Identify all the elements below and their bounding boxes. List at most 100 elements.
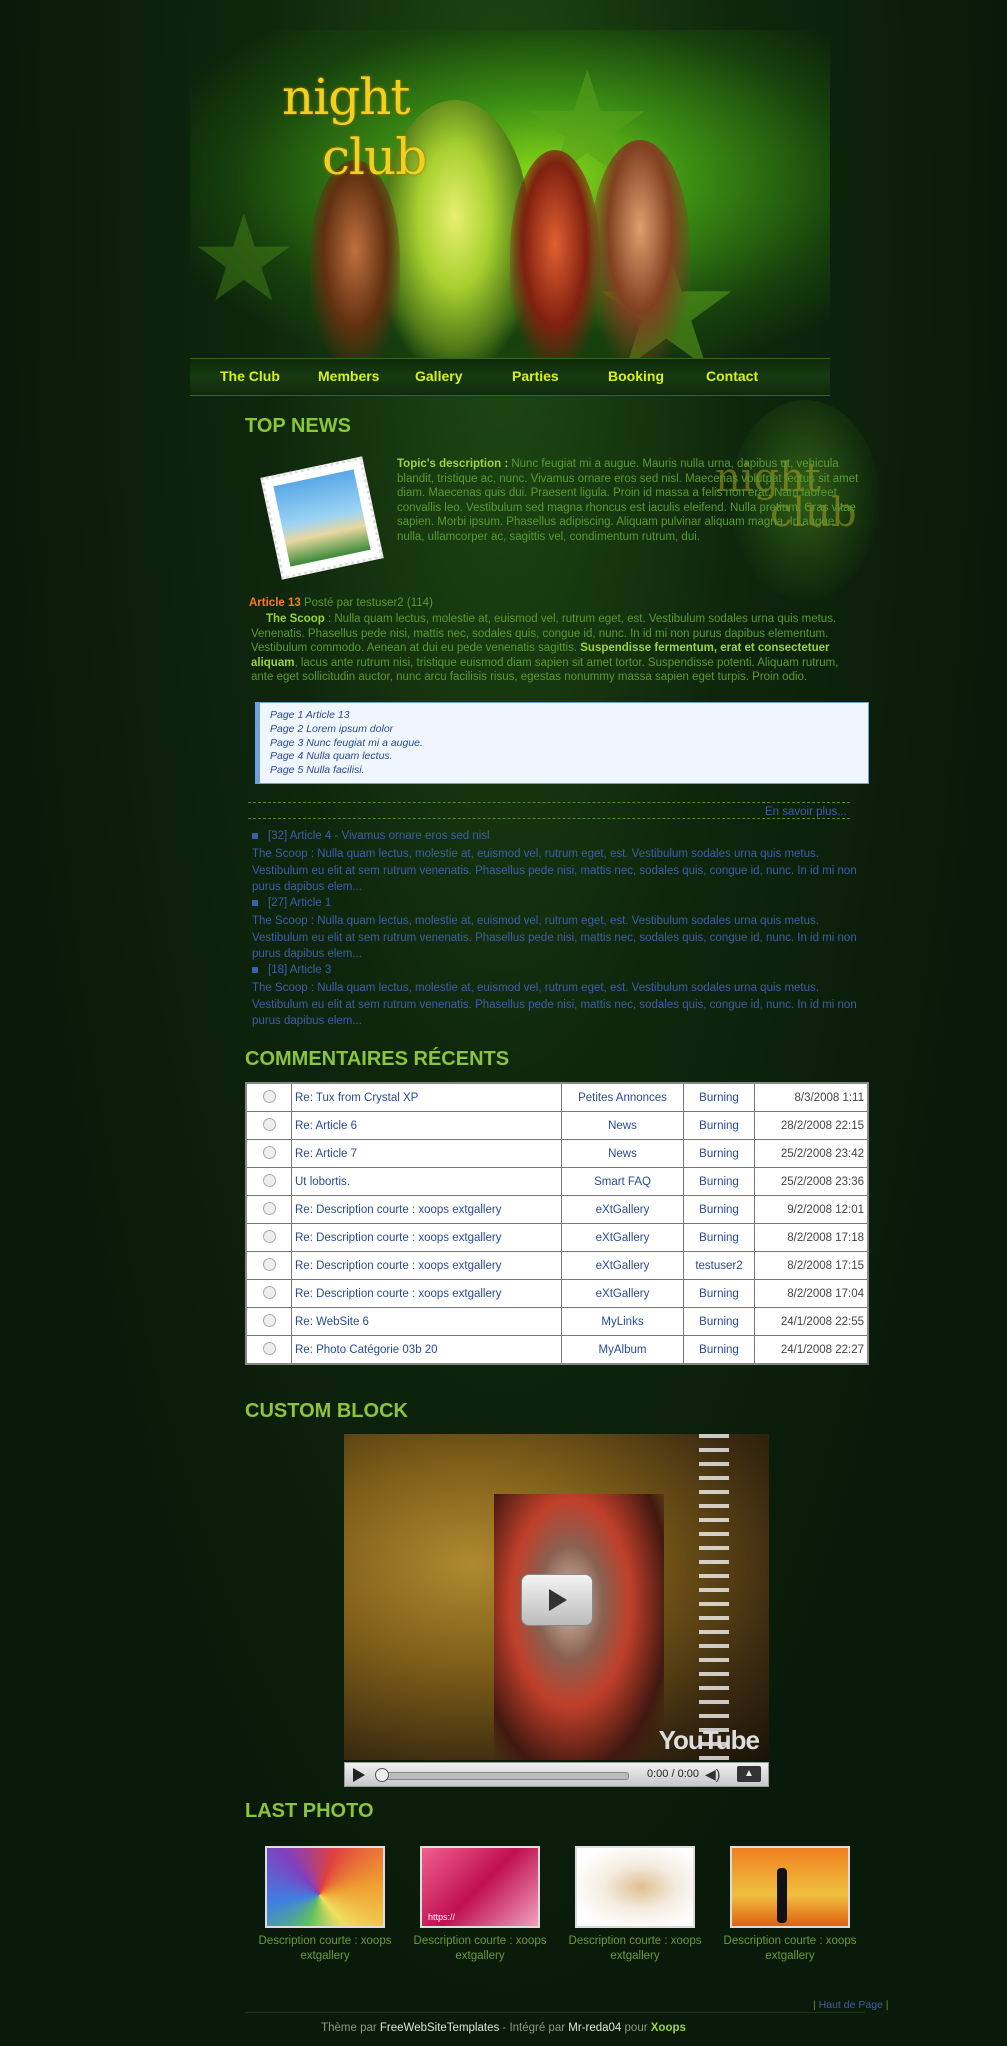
comment-date: 24/1/2008 22:55 bbox=[754, 1307, 869, 1336]
comment-icon-cell bbox=[245, 1307, 292, 1336]
comment-title[interactable]: Re: Description courte : xoops extgaller… bbox=[291, 1195, 562, 1224]
comment-user[interactable]: Burning bbox=[683, 1195, 755, 1224]
comment-icon bbox=[262, 1341, 276, 1355]
nav-members[interactable]: Members bbox=[318, 368, 379, 384]
comment-icon-cell bbox=[245, 1335, 292, 1365]
fullscreen-icon[interactable]: ▲ bbox=[737, 1766, 761, 1782]
nav-booking[interactable]: Booking bbox=[608, 368, 664, 384]
photo-thumb-pink[interactable]: https:// bbox=[420, 1846, 540, 1928]
comment-user[interactable]: Burning bbox=[683, 1335, 755, 1365]
comment-user[interactable]: testuser2 bbox=[683, 1251, 755, 1280]
page-link[interactable]: Page 5 Nulla facilisi. bbox=[260, 764, 868, 778]
comment-title[interactable]: Re: Article 6 bbox=[291, 1111, 562, 1140]
comment-title[interactable]: Re: Description courte : xoops extgaller… bbox=[291, 1279, 562, 1308]
comment-icon-cell bbox=[245, 1082, 292, 1112]
comment-module[interactable]: eXtGallery bbox=[561, 1223, 684, 1252]
seek-handle[interactable] bbox=[375, 1768, 389, 1782]
comment-module[interactable]: News bbox=[561, 1111, 684, 1140]
golfer-silhouette bbox=[777, 1868, 787, 1923]
comment-date: 28/2/2008 22:15 bbox=[754, 1111, 869, 1140]
comment-icon bbox=[262, 1173, 276, 1187]
nav-gallery[interactable]: Gallery bbox=[415, 368, 462, 384]
photo-thumb-golfer[interactable] bbox=[730, 1846, 850, 1928]
comment-row: Re: Description courte : xoops extgaller… bbox=[245, 1195, 869, 1224]
last-photo-heading: LAST PHOTO bbox=[245, 1800, 374, 1822]
comment-title[interactable]: Re: Tux from Crystal XP bbox=[291, 1082, 562, 1112]
article-link[interactable]: [32] Article 4 - Vivamus ornare eros sed… bbox=[252, 830, 490, 842]
comment-user[interactable]: Burning bbox=[683, 1111, 755, 1140]
logo-night[interactable]: night bbox=[282, 68, 410, 126]
nav-the-club[interactable]: The Club bbox=[220, 368, 280, 384]
footer-divider bbox=[245, 2012, 865, 2013]
comment-title[interactable]: Re: Article 7 bbox=[291, 1139, 562, 1168]
comment-module[interactable]: Smart FAQ bbox=[561, 1167, 684, 1196]
back-to-top: | Haut de Page | bbox=[813, 1999, 889, 2011]
scoop-text-2: , lacus ante rutrum nisi, tristique euis… bbox=[251, 656, 839, 684]
footer-xoops-link[interactable]: Xoops bbox=[651, 2022, 686, 2034]
photo-thumb-umbrella[interactable] bbox=[265, 1846, 385, 1928]
photo-caption[interactable]: Description courte : xoops extgallery bbox=[245, 1934, 405, 1964]
comment-module[interactable]: MyLinks bbox=[561, 1307, 684, 1336]
divider bbox=[248, 818, 850, 819]
comment-row: Re: Description courte : xoops extgaller… bbox=[245, 1223, 869, 1252]
comment-module[interactable]: eXtGallery bbox=[561, 1251, 684, 1280]
photo-caption[interactable]: Description courte : xoops extgallery bbox=[400, 1934, 560, 1964]
footer-fwst-link[interactable]: FreeWebSiteTemplates bbox=[380, 2022, 499, 2034]
play-icon[interactable] bbox=[521, 1574, 593, 1626]
posted-by: Posté par testuser2 (114) bbox=[303, 597, 433, 609]
comment-title[interactable]: Re: Photo Catégorie 03b 20 bbox=[291, 1335, 562, 1365]
comment-module[interactable]: eXtGallery bbox=[561, 1195, 684, 1224]
video-player[interactable]: YouTube bbox=[344, 1434, 769, 1760]
photo-caption[interactable]: Description courte : xoops extgallery bbox=[710, 1934, 870, 1964]
logo-club[interactable]: club bbox=[322, 128, 427, 186]
topic-description: Topic's description : Nunc feugiat mi a … bbox=[397, 457, 862, 544]
comment-title[interactable]: Re: WebSite 6 bbox=[291, 1307, 562, 1336]
dancer-figure bbox=[310, 160, 400, 360]
scoop-label: The Scoop bbox=[266, 613, 325, 625]
page-link[interactable]: Page 4 Nulla quam lectus. bbox=[260, 750, 868, 764]
comment-date: 8/2/2008 17:18 bbox=[754, 1223, 869, 1252]
comment-row: Re: Description courte : xoops extgaller… bbox=[245, 1279, 869, 1308]
comment-date: 9/2/2008 12:01 bbox=[754, 1195, 869, 1224]
comment-icon bbox=[262, 1257, 276, 1271]
comment-module[interactable]: MyAlbum bbox=[561, 1335, 684, 1365]
video-frame-figure bbox=[494, 1494, 664, 1760]
comment-title[interactable]: Ut lobortis. bbox=[291, 1167, 562, 1196]
nav-contact[interactable]: Contact bbox=[706, 368, 758, 384]
seek-bar[interactable] bbox=[377, 1772, 629, 1780]
comment-row: Re: Photo Catégorie 03b 20 MyAlbum Burning… bbox=[245, 1335, 869, 1365]
comment-date: 8/2/2008 17:15 bbox=[754, 1251, 869, 1280]
nav-parties[interactable]: Parties bbox=[512, 368, 559, 384]
comment-user[interactable]: Burning bbox=[683, 1139, 755, 1168]
back-to-top-link[interactable]: Haut de Page bbox=[819, 1999, 883, 2011]
photo-caption[interactable]: Description courte : xoops extgallery bbox=[555, 1934, 715, 1964]
article-link[interactable]: [18] Article 3 bbox=[252, 964, 331, 976]
comment-user[interactable]: Burning bbox=[683, 1307, 755, 1336]
footer-author-link[interactable]: Mr-reda04 bbox=[568, 2022, 621, 2034]
comment-user[interactable]: Burning bbox=[683, 1167, 755, 1196]
article-blurb: The Scoop : Nulla quam lectus, molestie … bbox=[252, 915, 857, 960]
comment-row: Re: Tux from Crystal XP Petites Annonces B… bbox=[245, 1082, 869, 1112]
comment-user[interactable]: Burning bbox=[683, 1279, 755, 1308]
comment-module[interactable]: eXtGallery bbox=[561, 1279, 684, 1308]
article-link[interactable]: [27] Article 1 bbox=[252, 897, 331, 909]
comments-heading: COMMENTAIRES RÉCENTS bbox=[245, 1048, 510, 1070]
photo-thumb-woman[interactable] bbox=[575, 1846, 695, 1928]
page-link[interactable]: Page 1 Article 13 bbox=[260, 709, 868, 723]
comment-user[interactable]: Burning bbox=[683, 1223, 755, 1252]
comment-icon bbox=[262, 1201, 276, 1215]
page-link[interactable]: Page 2 Lorem ipsum dolor bbox=[260, 723, 868, 737]
top-news-heading: TOP NEWS bbox=[245, 415, 351, 437]
topic-label: Topic's description : bbox=[397, 458, 509, 470]
comment-module[interactable]: News bbox=[561, 1139, 684, 1168]
main-nav: The Club Members Gallery Parties Booking… bbox=[190, 358, 830, 396]
comment-user[interactable]: Burning bbox=[683, 1082, 755, 1112]
article-pages-box: Page 1 Article 13 Page 2 Lorem ipsum dol… bbox=[255, 702, 869, 784]
article-title[interactable]: Article 13 bbox=[249, 597, 301, 609]
page-link[interactable]: Page 3 Nunc feugiat mi a augue. bbox=[260, 737, 868, 751]
volume-icon[interactable]: ◀) bbox=[705, 1766, 720, 1783]
comment-title[interactable]: Re: Description courte : xoops extgaller… bbox=[291, 1251, 562, 1280]
play-button[interactable] bbox=[353, 1768, 365, 1782]
comment-module[interactable]: Petites Annonces bbox=[561, 1082, 684, 1112]
comment-title[interactable]: Re: Description courte : xoops extgaller… bbox=[291, 1223, 562, 1252]
